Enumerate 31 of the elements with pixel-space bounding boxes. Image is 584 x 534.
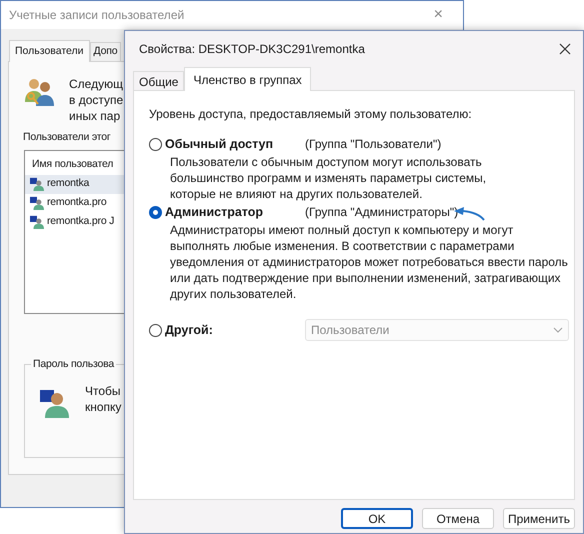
tab[interactable]: Пользователи <box>9 40 90 62</box>
password-text: Чтобы кнопку <box>85 382 122 416</box>
users-key-icon <box>23 76 55 108</box>
group-name: (Группа "Пользователи") <box>305 136 442 153</box>
window-title: Учетные записи пользователей <box>9 7 184 24</box>
radio-label[interactable]: Обычный доступ <box>165 134 305 154</box>
tab[interactable]: Допо <box>90 42 122 61</box>
user-monitor-icon <box>30 196 44 210</box>
radio-button[interactable] <box>149 206 162 218</box>
description-text: Пользователи с обычным доступом могут использовать большинство программ и изменять параметры системы, которые не влияют на других пользователей. <box>170 154 488 202</box>
chevron-down-icon <box>553 327 563 333</box>
column-header: Имя пользовател <box>32 156 114 172</box>
prompt-text: Уровень доступа, предоставляемый этому пользователю: <box>149 106 473 123</box>
radio-label[interactable]: Администратор <box>165 202 305 222</box>
dialog-button[interactable]: OK <box>341 508 413 529</box>
dialog-button[interactable]: Применить <box>503 508 575 529</box>
intro-text: Следующ в доступе иных пар <box>69 76 124 124</box>
dialog-title: Свойства: DESKTOP-DK3C291\remontka <box>139 41 365 58</box>
tab[interactable]: Общие <box>133 71 184 91</box>
group-name: (Группа "Администраторы") <box>305 204 458 221</box>
description-text: Администраторы имеют полный доступ к компьютеру и могут выполнять любые изменения. В соответствии с параметрами уведомления от администраторов может потребоваться ввести пароль или дать подтверждение при выполнении изменений, затрагивающих других пользователей. <box>170 222 569 302</box>
dialog-button[interactable]: Отмена <box>422 508 494 529</box>
tab[interactable]: Членство в группах <box>184 67 311 91</box>
user-row[interactable]: remontka.pro <box>25 194 143 213</box>
user-monitor-icon <box>30 215 44 230</box>
radio-button[interactable] <box>149 138 162 150</box>
users-label: Пользователи этог <box>23 130 111 145</box>
user-row[interactable]: remontka.pro J <box>25 212 143 232</box>
close-icon[interactable] <box>559 43 571 55</box>
group-title: Пароль пользова <box>31 356 116 372</box>
user-monitor-icon <box>30 177 44 192</box>
